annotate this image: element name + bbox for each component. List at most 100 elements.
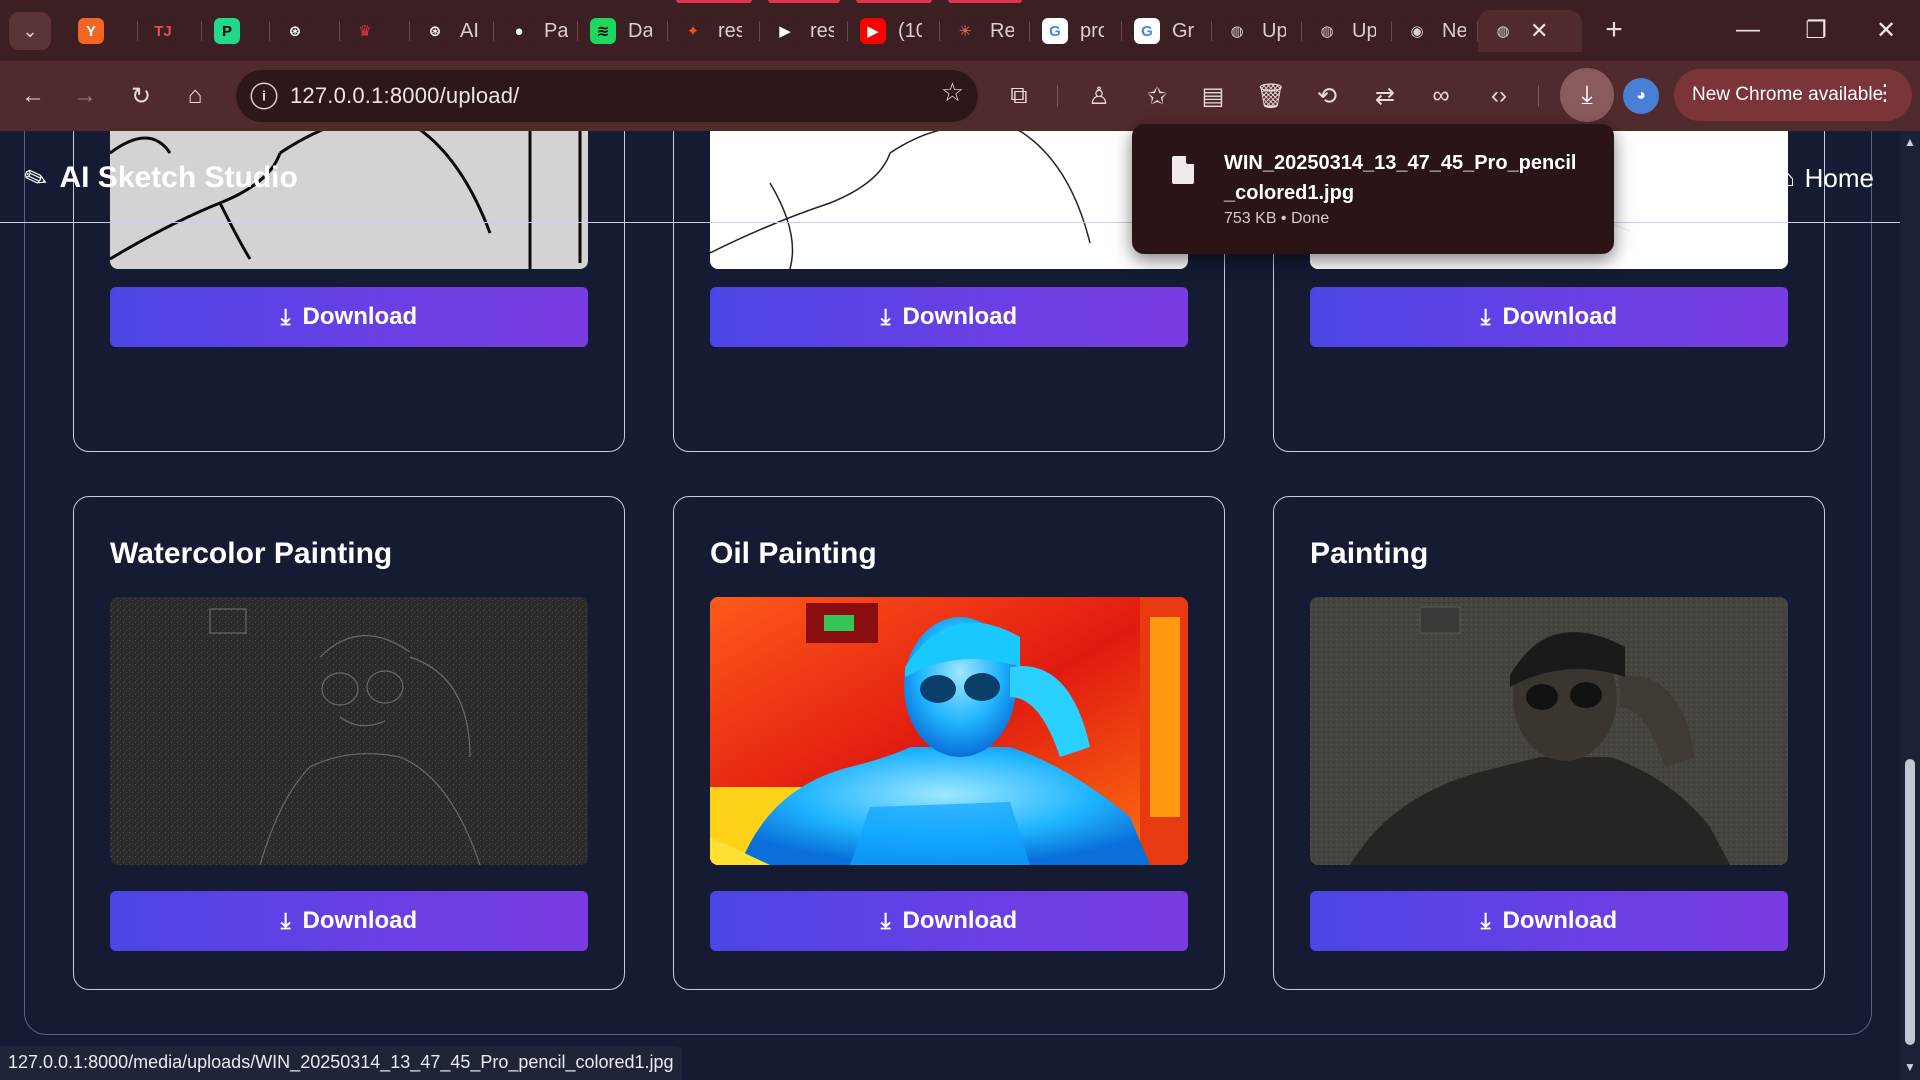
scroll-up-arrow-icon[interactable]: ▲ <box>1904 135 1916 149</box>
nav-home-label: Home <box>1804 163 1874 193</box>
download-label: Download <box>1502 907 1618 934</box>
download-label: Download <box>902 303 1018 330</box>
download-button[interactable]: ⤓ Download <box>1310 891 1788 951</box>
nav-home-link[interactable]: ⌂ Home <box>1780 163 1874 194</box>
tab-globe-1[interactable]: ◍ Up <box>1212 10 1302 52</box>
tab-title: Ne <box>1442 19 1466 42</box>
tab-github[interactable]: ● Pa <box>494 10 578 52</box>
tab-pycharm[interactable]: P <box>202 10 270 52</box>
url-text[interactable]: 127.0.0.1:8000/upload/ <box>290 83 520 109</box>
download-icon: ⤓ <box>1480 304 1491 329</box>
brand[interactable]: ✎ AI Sketch Studio <box>19 159 298 196</box>
tab-title: pro <box>1080 19 1104 42</box>
reading-list-icon[interactable]: ▤ <box>1192 75 1234 117</box>
download-icon: ⤓ <box>1480 908 1491 933</box>
download-icon: ⤓ <box>880 304 891 329</box>
tab-ycombinator-favicon-icon: Y <box>78 18 104 44</box>
web-page: ⤓ Download ⤓ Download ⤓ Download Waterco… <box>0 131 1900 1080</box>
tab-title: Up <box>1262 19 1286 42</box>
trash-icon[interactable]: 🗑 <box>1250 75 1292 117</box>
download-button[interactable]: ⤓ Download <box>110 287 588 347</box>
tab-ycombinator[interactable]: Y <box>66 10 138 52</box>
house-icon: ⌂ <box>1780 164 1795 192</box>
profile-avatar[interactable]: ◕ <box>1623 78 1659 114</box>
link-icon[interactable]: ∞ <box>1420 75 1462 117</box>
tab-google-2[interactable]: G Gr <box>1122 10 1212 52</box>
site-info-icon[interactable]: i <box>250 82 278 110</box>
address-bar[interactable]: i 127.0.0.1:8000/upload/ ☆ <box>236 70 978 122</box>
bookmarks-star-icon[interactable]: ✩ <box>1136 75 1178 117</box>
download-button[interactable]: ⤓ Download <box>710 287 1188 347</box>
close-window-button[interactable]: ✕ <box>1866 12 1906 48</box>
tab-strip: ⌄ Y TJ P ⊛ ♛ ⊛ AI ● Pa ≋ Da ✦ res ▶ res ▶ (10 ✳ Re Gpro G Gr ◍… <box>0 0 1920 61</box>
minimize-button[interactable]: — <box>1728 12 1768 48</box>
result-image-oil <box>710 597 1188 865</box>
update-chip-label: New Chrome available <box>1692 84 1884 105</box>
tab-spotify[interactable]: ≋ Da <box>578 10 668 52</box>
brand-name: AI Sketch Studio <box>59 161 298 194</box>
download-meta: 753 KB • Done <box>1224 210 1330 227</box>
extensions-puzzle-icon[interactable]: ⧉ <box>998 75 1040 117</box>
result-card-watercolor: Watercolor Painting ⤓ Download <box>73 496 625 990</box>
translate-icon[interactable]: ⇄ <box>1364 75 1406 117</box>
downloaded-file-name[interactable]: WIN_20250314_13_47_45_Pro_pencil_colored… <box>1224 148 1584 208</box>
more-vert-icon[interactable]: ⋮ <box>1874 80 1896 106</box>
history-icon[interactable]: ⟲ <box>1306 75 1348 117</box>
tab-search-chevron-icon[interactable]: ⌄ <box>9 12 51 50</box>
forward-arrow-icon[interactable]: → <box>64 75 106 117</box>
tab-openai-2[interactable]: ⊛ AI <box>410 10 494 52</box>
home-icon[interactable]: ⌂ <box>174 75 216 117</box>
card-title: Painting <box>1310 537 1429 570</box>
back-arrow-icon[interactable]: ← <box>12 75 54 117</box>
tab-tj[interactable]: TJ <box>138 10 202 52</box>
tab-openai-1[interactable]: ⊛ <box>270 10 340 52</box>
scroll-down-arrow-icon[interactable]: ▼ <box>1904 1060 1916 1074</box>
reload-icon[interactable]: ↻ <box>120 75 162 117</box>
tab-globe-2[interactable]: ◍ Up <box>1302 10 1392 52</box>
close-tab-icon[interactable]: ✕ <box>1530 18 1548 44</box>
result-card-oil: Oil Painting ⤓ Download <box>673 496 1225 990</box>
restore-button[interactable]: ❐ <box>1796 12 1836 48</box>
tab-title: AI <box>460 19 479 42</box>
tab-pycharm-favicon-icon: P <box>214 18 240 44</box>
tab-crown[interactable]: ♛ <box>340 10 410 52</box>
tab-title: Pa <box>544 19 568 42</box>
download-button[interactable]: ⤓ Download <box>710 891 1188 951</box>
tab-figma[interactable]: ✦ res <box>668 10 760 52</box>
card-title: Watercolor Painting <box>110 537 393 570</box>
tab-title: Da <box>628 19 652 42</box>
tab-group-indicator <box>768 0 840 3</box>
tab-title: (10 <box>898 19 922 42</box>
download-button[interactable]: ⤓ Download <box>110 891 588 951</box>
tab-chrome-favicon-icon: ◉ <box>1404 18 1430 44</box>
tab-tj-favicon-icon: TJ <box>150 18 176 44</box>
tab-claude[interactable]: ✳ Re <box>940 10 1030 52</box>
result-image-painting <box>1310 597 1788 865</box>
tab-chrome[interactable]: ◉ Ne <box>1392 10 1478 52</box>
download-button[interactable]: ⤓ Download <box>1310 287 1788 347</box>
code-icon[interactable]: ‹› <box>1478 75 1520 117</box>
card-title: Oil Painting <box>710 537 877 570</box>
tab-figma-favicon-icon: ✦ <box>680 18 706 44</box>
bookmark-star-icon[interactable]: ☆ <box>941 77 964 108</box>
tab-play-favicon-icon: ▶ <box>772 18 798 44</box>
site-header: ✎ AI Sketch Studio ⌂ Home <box>0 131 1900 223</box>
tab-title: res <box>810 19 834 42</box>
tab-title: Up <box>1352 19 1376 42</box>
new-tab-button[interactable]: + <box>1596 12 1632 48</box>
downloads-icon[interactable]: ⤓ <box>1560 68 1614 122</box>
tab-github-favicon-icon: ● <box>506 18 532 44</box>
download-label: Download <box>302 907 418 934</box>
tab-active[interactable]: ◍ ✕ <box>1478 10 1582 52</box>
page-scrollbar[interactable]: ▲ ▼ <box>1900 131 1920 1080</box>
tab-play[interactable]: ▶ res <box>760 10 848 52</box>
tab-google-1[interactable]: Gpro <box>1030 10 1122 52</box>
status-bar-url: 127.0.0.1:8000/media/uploads/WIN_2025031… <box>0 1046 682 1080</box>
tab-youtube[interactable]: ▶ (10 <box>848 10 940 52</box>
tab-title: Re <box>990 19 1014 42</box>
download-label: Download <box>302 303 418 330</box>
scrollbar-thumb[interactable] <box>1905 759 1915 1045</box>
incognito-icon[interactable]: ♙ <box>1078 75 1120 117</box>
new-chrome-available-chip[interactable]: New Chrome available ⋮ <box>1674 69 1912 121</box>
tab-globe-1-favicon-icon: ◍ <box>1224 18 1250 44</box>
